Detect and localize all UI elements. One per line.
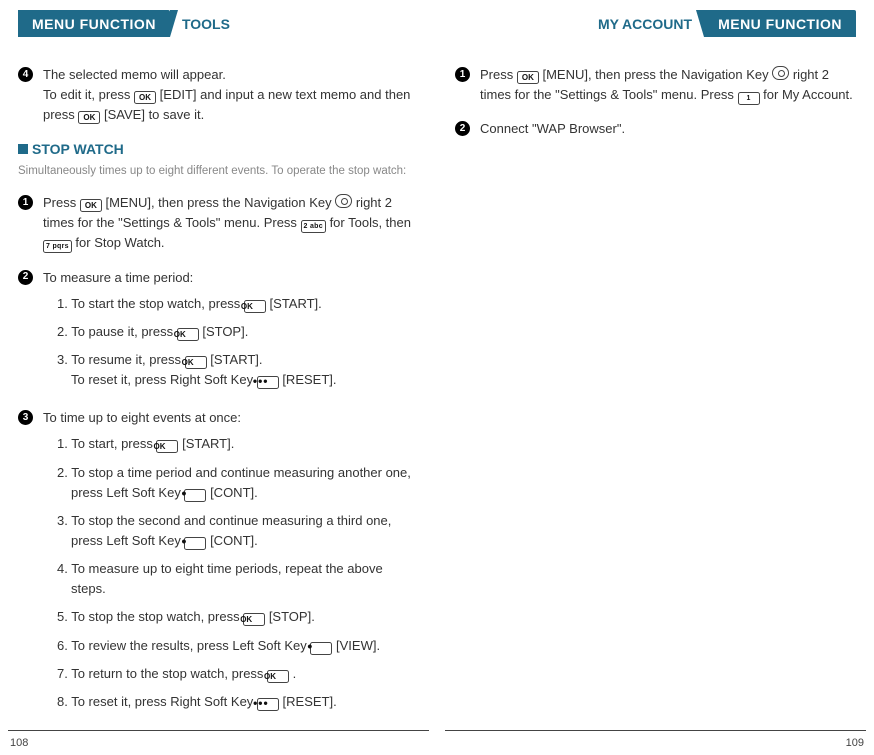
list-item: 1. To start, press OK [START].	[57, 434, 419, 454]
heading-text: STOP WATCH	[32, 141, 124, 157]
text: The selected memo will appear.	[43, 67, 226, 82]
left-soft-key-icon: •	[184, 537, 206, 550]
section-tools: TOOLS	[182, 16, 230, 32]
section-my-account: MY ACCOUNT	[598, 16, 692, 32]
sw-step-1: 1 Press OK [MENU], then press the Naviga…	[18, 193, 419, 253]
bullet-4: 4	[18, 67, 33, 82]
header-right: MY ACCOUNT MENU FUNCTION	[455, 10, 856, 37]
right-soft-key-icon: •••	[257, 376, 279, 389]
tab-menu-function-left: MENU FUNCTION	[18, 10, 170, 37]
sw-step-2: 2 To measure a time period: 1. To start …	[18, 268, 419, 399]
list-item: 6. To review the results, press Left Sof…	[57, 636, 419, 656]
list-item: 3. To stop the second and continue measu…	[57, 511, 419, 551]
left-soft-key-icon: •	[310, 642, 332, 655]
ok-key-icon: OK	[185, 356, 207, 369]
ok-key-icon: OK	[80, 199, 102, 212]
text: [MENU], then press the Navigation Key	[102, 195, 335, 210]
list-item: 2. To pause it, press OK [STOP].	[57, 322, 419, 342]
text: for Tools, then	[326, 215, 411, 230]
ok-key-icon: OK	[243, 613, 265, 626]
bullet-2: 2	[18, 270, 33, 285]
text: for My Account.	[760, 87, 853, 102]
content-right: 1 Press OK [MENU], then press the Naviga…	[455, 65, 856, 139]
ok-key-icon: OK	[244, 300, 266, 313]
list-item: 8. To reset it, press Right Soft Key •••…	[57, 692, 419, 712]
text: [SAVE] to save it.	[100, 107, 204, 122]
bullet-1: 1	[455, 67, 470, 82]
text: To measure a time period:	[43, 270, 193, 285]
stopwatch-heading: STOP WATCH	[18, 139, 419, 161]
nav-key-icon	[772, 66, 789, 80]
page-number-right: 109	[846, 737, 864, 749]
sw-step-3: 3 To time up to eight events at once: 1.…	[18, 408, 419, 720]
list-item: 7. To return to the stop watch, press OK…	[57, 664, 419, 684]
stopwatch-note: Simultaneously times up to eight differe…	[18, 163, 419, 179]
text: To edit it, press	[43, 87, 134, 102]
footer-divider	[445, 730, 866, 731]
ma-step-2: 2 Connect "WAP Browser".	[455, 119, 856, 139]
header-left: MENU FUNCTION TOOLS	[18, 10, 419, 37]
step-4: 4 The selected memo will appear. To edit…	[18, 65, 419, 125]
list-item: 2. To stop a time period and continue me…	[57, 463, 419, 503]
right-soft-key-icon: •••	[257, 698, 279, 711]
key-7-icon: 7 pqrs	[43, 240, 72, 253]
ok-key-icon: OK	[78, 111, 100, 124]
text: [MENU], then press the Navigation Key	[539, 67, 772, 82]
ma-step-1: 1 Press OK [MENU], then press the Naviga…	[455, 65, 856, 105]
nav-key-icon	[335, 194, 352, 208]
list-item: 1. To start the stop watch, press OK [ST…	[57, 294, 419, 314]
ok-key-icon: OK	[156, 440, 178, 453]
ok-key-icon: OK	[517, 71, 539, 84]
bullet-3: 3	[18, 410, 33, 425]
page-left: MENU FUNCTION TOOLS 4 The selected memo …	[0, 0, 437, 755]
page-number-left: 108	[10, 737, 28, 749]
ok-key-icon: OK	[177, 328, 199, 341]
text: Connect "WAP Browser".	[480, 119, 856, 139]
text: To time up to eight events at once:	[43, 410, 241, 425]
heading-marker-icon	[18, 144, 28, 154]
list-item: 5. To stop the stop watch, press OK [STO…	[57, 607, 419, 627]
key-1-icon: 1	[738, 92, 760, 105]
tab-menu-function-right: MENU FUNCTION	[704, 10, 856, 37]
ok-key-icon: OK	[267, 670, 289, 683]
list-item: 3. To resume it, press OK [START].To res…	[57, 350, 419, 390]
left-soft-key-icon: •	[184, 489, 206, 502]
key-2-icon: 2 abc	[301, 220, 326, 233]
ok-key-icon: OK	[134, 91, 156, 104]
text: for Stop Watch.	[72, 235, 165, 250]
bullet-2: 2	[455, 121, 470, 136]
bullet-1: 1	[18, 195, 33, 210]
text: Press	[480, 67, 517, 82]
footer-divider	[8, 730, 429, 731]
page-right: MY ACCOUNT MENU FUNCTION 1 Press OK [MEN…	[437, 0, 874, 755]
text: Press	[43, 195, 80, 210]
list-item: 4. To measure up to eight time periods, …	[57, 559, 419, 599]
content-left: 4 The selected memo will appear. To edit…	[18, 65, 419, 720]
